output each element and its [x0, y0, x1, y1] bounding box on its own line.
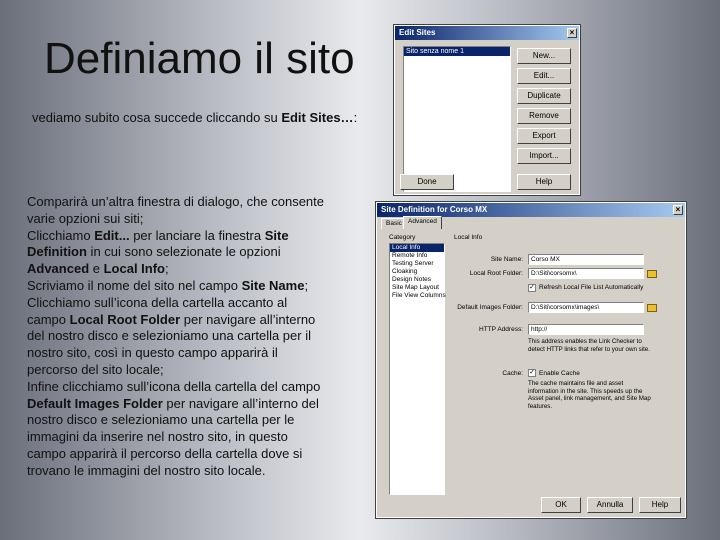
cache-label: Cache: [502, 370, 523, 377]
category-list[interactable]: Local Info Remote Info Testing Server Cl… [389, 243, 446, 495]
cache-checkbox[interactable]: ✓ [528, 369, 536, 377]
body-line: trovano le immagini del nostro sito loca… [27, 462, 266, 478]
subtitle-bold: Edit Sites… [281, 110, 354, 125]
close-icon[interactable]: × [673, 205, 683, 215]
cache-note: The cache maintains file and asset infor… [528, 380, 651, 410]
folder-icon[interactable] [647, 304, 657, 312]
category-item-file-view-columns[interactable]: File View Columns [390, 292, 446, 300]
section-label: Local Info [454, 234, 483, 241]
sites-list[interactable]: Sito senza nome 1 [403, 46, 511, 192]
body-line: Default Images Folder per navigare all’i… [27, 395, 319, 411]
site-definition-title: Site Definition for Corso MX [381, 205, 488, 214]
http-note: This address enables the Link Checker to… [528, 338, 650, 353]
ok-button[interactable]: OK [541, 497, 581, 513]
help-button[interactable]: Help [517, 174, 571, 190]
body-line: Scriviamo il nome del sito nel campo Sit… [27, 277, 309, 293]
remove-site-button[interactable]: Remove [517, 108, 571, 124]
body-line: nostro disco e selezioniamo una cartella… [27, 412, 295, 428]
subtitle-suffix: : [353, 110, 358, 125]
body-line: campo Local Root Folder per navigare all… [27, 311, 316, 327]
refresh-checkbox[interactable]: ✓ [528, 284, 536, 292]
category-label: Category [389, 234, 416, 241]
site-name-field[interactable]: Corso MX [528, 254, 644, 265]
http-address-field[interactable]: http:// [528, 324, 644, 335]
edit-site-button[interactable]: Edit... [517, 68, 571, 84]
site-definition-titlebar[interactable]: Site Definition for Corso MX × [377, 203, 685, 217]
subtitle-prefix: vediamo subito cosa succede cliccando su [32, 110, 282, 125]
body-line: Infine clicchiamo sull’icona della carte… [27, 378, 321, 394]
list-item[interactable]: Sito senza nome 1 [404, 47, 510, 56]
local-root-label: Local Root Folder: [469, 270, 523, 277]
slide-subtitle: vediamo subito cosa succede cliccando su… [32, 110, 357, 125]
category-item-testing-server[interactable]: Testing Server [390, 260, 444, 268]
local-root-field[interactable]: D:\Siti\corsomx\ [528, 268, 644, 279]
help-button[interactable]: Help [639, 497, 681, 513]
duplicate-site-button[interactable]: Duplicate [517, 88, 571, 104]
default-images-field[interactable]: D:\Siti\corsomx\images\ [528, 302, 644, 313]
cancel-button[interactable]: Annulla [587, 497, 633, 513]
body-line: campo apparirà il percorso della cartell… [27, 445, 303, 461]
body-text: Comparirà un’altra finestra di dialogo, … [27, 194, 352, 480]
body-line: del nostro disco e selezioniamo una cart… [27, 328, 311, 344]
body-line: Clicchiamo Edit... per lanciare la fines… [27, 227, 289, 243]
body-line: Definition in cui sono selezionate le op… [27, 244, 281, 260]
slide-title: Definiamo il sito [44, 34, 355, 83]
edit-sites-title: Edit Sites [399, 28, 436, 37]
new-site-button[interactable]: New... [517, 48, 571, 64]
site-definition-dialog: Site Definition for Corso MX × Basic Adv… [375, 201, 687, 519]
body-line: Comparirà un’altra finestra di dialogo, … [27, 194, 325, 209]
refresh-label: Refresh Local File List Automatically [539, 284, 644, 291]
body-line: Clicchiamo sull’icona della cartella acc… [27, 294, 288, 310]
body-line: varie opzioni sui siti; [27, 210, 144, 226]
cache-check-label: Enable Cache [539, 370, 580, 377]
site-name-label: Site Name: [490, 256, 523, 263]
body-line: immagini da inserire nel nostro sito, in… [27, 429, 288, 445]
edit-sites-dialog: Edit Sites × Sito senza nome 1 New... Ed… [393, 24, 581, 196]
body-line: nostro sito, così in questo campo appari… [27, 345, 278, 361]
category-item-local-info[interactable]: Local Info [390, 244, 444, 252]
close-icon[interactable]: × [567, 28, 577, 38]
category-item-design-notes[interactable]: Design Notes [390, 276, 444, 284]
category-item-site-map-layout[interactable]: Site Map Layout [390, 284, 444, 292]
import-site-button[interactable]: Import... [517, 148, 571, 164]
category-item-remote-info[interactable]: Remote Info [390, 252, 444, 260]
edit-sites-titlebar[interactable]: Edit Sites × [395, 26, 579, 40]
body-line: percorso del sito locale; [27, 361, 164, 377]
done-button[interactable]: Done [400, 174, 454, 190]
http-address-label: HTTP Address: [479, 326, 523, 333]
folder-icon[interactable] [647, 270, 657, 278]
export-site-button[interactable]: Export [517, 128, 571, 144]
body-line: Advanced e Local Info; [27, 261, 169, 277]
default-images-label: Default Images Folder: [457, 304, 523, 311]
category-item-cloaking[interactable]: Cloaking [390, 268, 444, 276]
tab-advanced[interactable]: Advanced [403, 216, 442, 229]
